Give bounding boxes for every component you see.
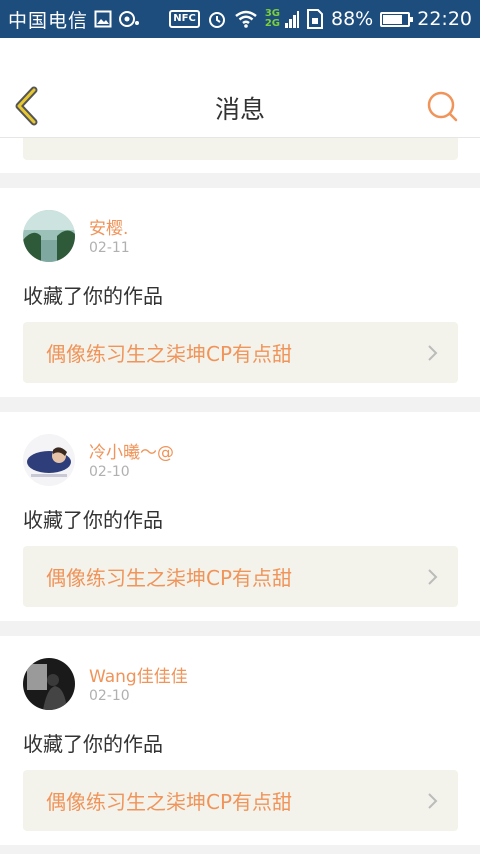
network-type-label: 3G 2G	[265, 9, 280, 29]
chevron-right-icon	[428, 793, 438, 809]
signal-icon	[285, 9, 299, 29]
carrier-label: 中国电信	[8, 9, 89, 32]
notification-list[interactable]: 安樱. 02-11 收藏了你的作品 偶像练习生之柒坤CP有点甜 冷小曦～@ 02…	[0, 138, 480, 845]
work-title: 偶像练习生之柒坤CP有点甜	[46, 342, 293, 366]
notification-card: 冷小曦～@ 02-10 收藏了你的作品 偶像练习生之柒坤CP有点甜	[0, 412, 480, 621]
chevron-right-icon	[428, 345, 438, 361]
action-text: 收藏了你的作品	[23, 508, 163, 532]
status-bar: 中国电信 NFC 3G 2G 88% 22:20	[0, 0, 480, 38]
music-icon	[118, 10, 140, 28]
work-title: 偶像练习生之柒坤CP有点甜	[46, 790, 293, 814]
partial-card	[0, 138, 480, 173]
avatar[interactable]	[23, 658, 75, 710]
work-link[interactable]: 偶像练习生之柒坤CP有点甜	[23, 322, 458, 383]
date: 02-10	[89, 464, 130, 480]
date: 02-11	[89, 240, 130, 256]
image-icon	[94, 10, 112, 28]
work-title: 偶像练习生之柒坤CP有点甜	[46, 566, 293, 590]
battery-icon	[380, 11, 414, 27]
action-text: 收藏了你的作品	[23, 284, 163, 308]
partial-work-link[interactable]	[23, 138, 458, 160]
work-link[interactable]: 偶像练习生之柒坤CP有点甜	[23, 770, 458, 831]
search-icon	[427, 91, 458, 122]
avatar[interactable]	[23, 434, 75, 486]
alarm-icon	[207, 9, 227, 29]
username[interactable]: Wang佳佳佳	[89, 662, 188, 687]
username[interactable]: 冷小曦～@	[89, 438, 174, 463]
battery-fill	[383, 14, 403, 24]
sim-icon	[306, 9, 324, 29]
username[interactable]: 安樱.	[89, 214, 128, 239]
nfc-icon: NFC	[169, 10, 200, 28]
battery-percent: 88%	[331, 8, 374, 30]
page-title: 消息	[214, 95, 265, 124]
avatar[interactable]	[23, 210, 75, 262]
wifi-icon	[234, 10, 258, 28]
notification-card: Wang佳佳佳 02-10 收藏了你的作品 偶像练习生之柒坤CP有点甜	[0, 636, 480, 845]
notification-card: 安樱. 02-11 收藏了你的作品 偶像练习生之柒坤CP有点甜	[0, 188, 480, 397]
header: 消息	[0, 38, 480, 138]
search-button[interactable]	[426, 90, 460, 124]
chevron-right-icon	[428, 569, 438, 585]
network-2g-label: 2G	[264, 18, 280, 29]
clock: 22:20	[417, 8, 472, 30]
work-link[interactable]: 偶像练习生之柒坤CP有点甜	[23, 546, 458, 607]
action-text: 收藏了你的作品	[23, 732, 163, 756]
date: 02-10	[89, 688, 130, 704]
